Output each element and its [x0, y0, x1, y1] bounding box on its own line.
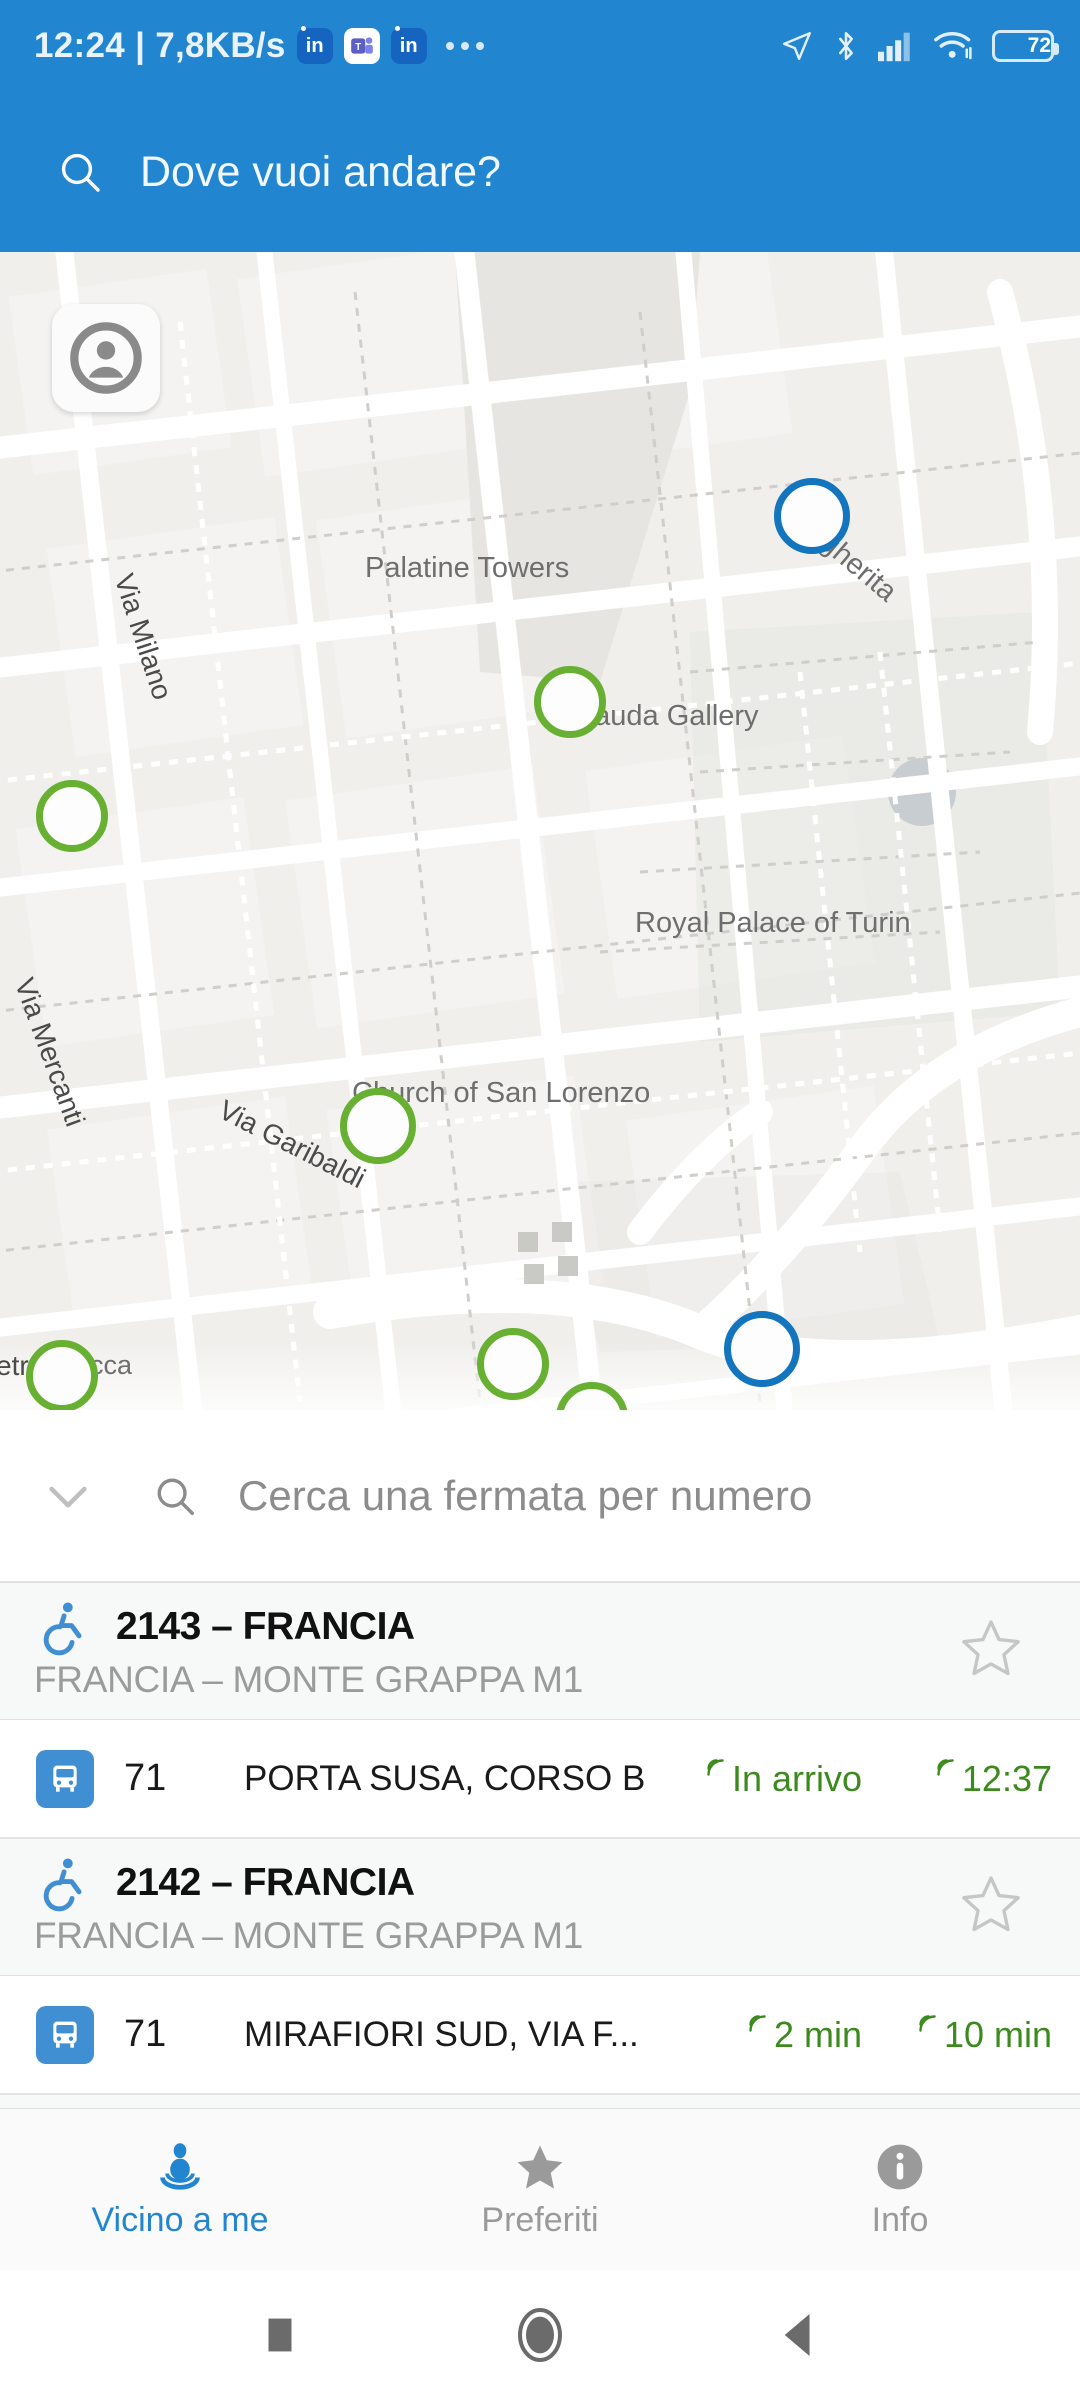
map-stop-marker[interactable] — [724, 1311, 800, 1387]
nav-item-info[interactable]: Info — [720, 2109, 1080, 2270]
destination: MIRAFIORI SUD, VIA F... — [244, 2014, 639, 2054]
bottom-navigation: Vicino a me Preferiti Info — [0, 2108, 1080, 2270]
signal-bars-icon — [878, 32, 910, 62]
realtime-signal-icon — [707, 1758, 724, 1776]
eta-second-text: 12:37 — [961, 1757, 1052, 1799]
battery-icon: 72 — [992, 30, 1059, 62]
account-button[interactable] — [52, 304, 160, 412]
line-number: 71 — [124, 1757, 167, 1799]
info-circle-icon — [877, 2144, 923, 2190]
microsoft-teams-icon: T — [343, 28, 380, 64]
stop-list-item[interactable]: 2143 – FRANCIA FRANCIA – MONTE GRAPPA M1 — [0, 1582, 1080, 1720]
destination: PORTA SUSA, CORSO B... — [244, 1758, 647, 1798]
nav-item-preferiti[interactable]: Preferiti — [360, 2109, 720, 2270]
status-clock: 12:24 | 7,8KB/s — [34, 26, 286, 65]
linkedin-icon: in — [296, 26, 333, 64]
map-place-label: Royal Palace of Turin — [635, 907, 911, 939]
eta-first: 2 min — [647, 2014, 862, 2056]
realtime-signal-icon — [937, 1758, 954, 1776]
map-stop-marker[interactable] — [774, 478, 850, 554]
map-stop-marker[interactable] — [36, 780, 108, 852]
svg-text:T: T — [355, 42, 361, 53]
star-outline-icon[interactable] — [954, 1612, 1028, 1691]
map-stop-marker[interactable] — [534, 666, 606, 738]
wheelchair-accessible-icon — [43, 1602, 82, 1656]
eta-second-text: 10 min — [943, 2013, 1052, 2055]
chevron-down-icon[interactable] — [40, 1468, 96, 1524]
bluetooth-icon — [839, 31, 853, 61]
map-stop-marker[interactable] — [26, 1340, 98, 1410]
map-view[interactable]: Palatine Towers argherita bauda Gallery … — [0, 252, 1080, 1410]
arrival-row[interactable]: 71 PORTA SUSA, CORSO B... In arrivo 12:3… — [0, 1720, 1080, 1838]
arrival-row[interactable]: 71 MIRAFIORI SUD, VIA F... 2 min 10 min — [0, 1976, 1080, 2094]
stop-title: 2142 – FRANCIA — [116, 1861, 415, 1904]
home-circle-icon — [518, 2308, 562, 2362]
wheelchair-accessible-icon — [43, 1858, 82, 1912]
search-icon — [157, 1478, 194, 1515]
realtime-signal-icon — [919, 2014, 936, 2032]
map-place-label: Palatine Towers — [365, 552, 570, 584]
stop-list: 2143 – FRANCIA FRANCIA – MONTE GRAPPA M1… — [0, 1582, 1080, 2207]
star-filled-icon — [517, 2145, 563, 2189]
eta-first: In arrivo — [647, 1758, 862, 1800]
search-icon — [61, 153, 100, 192]
eta-first-text: 2 min — [773, 2013, 862, 2055]
back-triangle-icon — [784, 2314, 810, 2356]
near-me-person-icon — [160, 2143, 200, 2190]
map-tiles — [0, 252, 1080, 1410]
destination-search-bar[interactable]: Dove vuoi andare? — [0, 92, 1080, 252]
realtime-signal-icon — [749, 2014, 766, 2032]
status-bar-right: 72 — [780, 29, 1059, 63]
stop-subtitle: FRANCIA – MONTE GRAPPA M1 — [34, 1915, 583, 1956]
wifi-icon — [934, 32, 972, 60]
eta-first-text: In arrivo — [731, 1757, 862, 1799]
status-bar: 12:24 | 7,8KB/s in T in 72 — [0, 0, 1080, 92]
status-bar-left: 12:24 | 7,8KB/s in T in — [34, 26, 484, 66]
stop-list-item[interactable]: 2142 – FRANCIA FRANCIA – MONTE GRAPPA M1 — [0, 1838, 1080, 1976]
linkedin-icon: in — [390, 26, 427, 64]
stop-number-search-placeholder: Cerca una fermata per numero — [238, 1471, 813, 1519]
stop-title: 2143 – FRANCIA — [116, 1605, 415, 1648]
star-outline-icon[interactable] — [954, 1868, 1028, 1947]
eta-second: 10 min — [862, 2014, 1052, 2056]
recent-apps-button[interactable] — [150, 2312, 410, 2358]
nav-label: Info — [871, 2201, 929, 2239]
more-notifications-icon — [445, 42, 484, 50]
location-arrow-icon — [783, 32, 811, 60]
back-button[interactable] — [670, 2310, 930, 2360]
bus-icon — [36, 1749, 94, 1808]
map-stop-marker[interactable] — [340, 1088, 416, 1164]
eta-second: 12:37 — [862, 1758, 1052, 1800]
nav-item-vicino-a-me[interactable]: Vicino a me — [0, 2109, 360, 2270]
nav-label: Vicino a me — [91, 2201, 269, 2239]
map-stop-marker[interactable] — [477, 1328, 549, 1400]
home-button[interactable] — [410, 2305, 670, 2365]
nav-label: Preferiti — [481, 2201, 599, 2239]
stop-number-search-bar[interactable]: Cerca una fermata per numero — [0, 1410, 1080, 1582]
bus-icon — [36, 2005, 94, 2064]
stop-subtitle: FRANCIA – MONTE GRAPPA M1 — [34, 1659, 583, 1700]
recent-apps-square-icon — [268, 2318, 292, 2352]
account-circle-icon — [70, 322, 142, 394]
android-navigation-bar — [0, 2270, 1080, 2400]
map-street-label: etr — [0, 1350, 29, 1381]
destination-search-placeholder: Dove vuoi andare? — [140, 147, 501, 196]
line-number: 71 — [124, 2013, 167, 2055]
